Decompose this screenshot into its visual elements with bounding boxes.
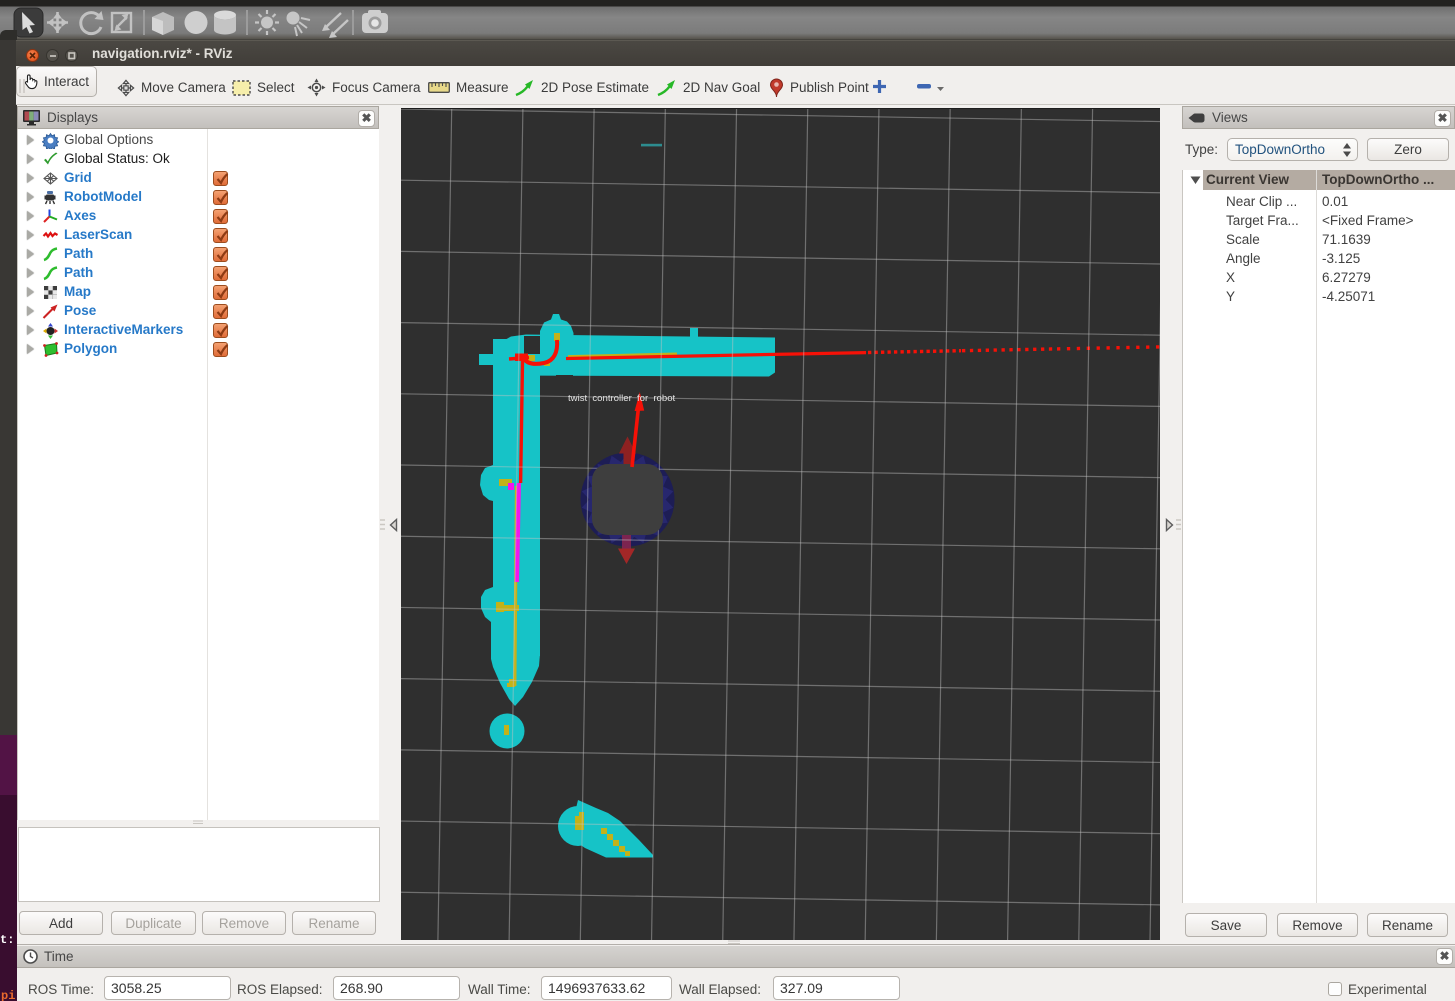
svg-text:twist controller for robot: twist controller for robot [568, 393, 676, 404]
